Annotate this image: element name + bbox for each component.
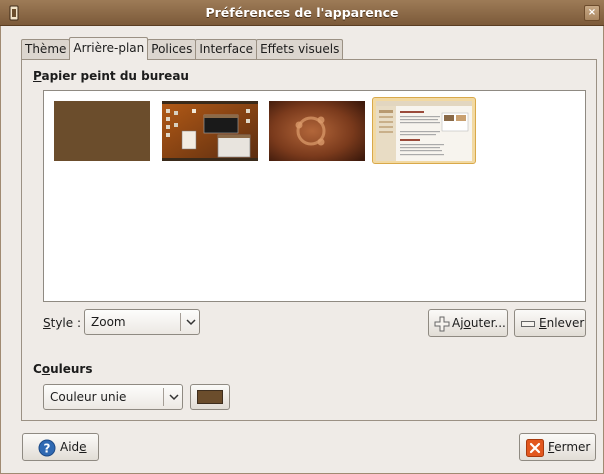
- close-icon: [526, 439, 544, 457]
- style-combo-value: Zoom: [91, 315, 126, 329]
- wallpaper-section-title: Papier peint du bureau: [33, 69, 189, 83]
- tab-interface[interactable]: Interface: [195, 39, 258, 60]
- help-button[interactable]: ? Aide: [22, 433, 99, 461]
- window-titlebar[interactable]: Préférences de l'apparence ×: [0, 0, 604, 26]
- tab-fonts[interactable]: Polices: [147, 39, 197, 60]
- minus-icon: [521, 321, 535, 327]
- tab-visual-effects[interactable]: Effets visuels: [256, 39, 344, 60]
- chevron-down-icon: [186, 319, 196, 326]
- tab-bar: Thème Arrière-plan Polices Interface Eff…: [21, 37, 344, 60]
- window-close-button[interactable]: ×: [584, 5, 600, 21]
- style-combo[interactable]: Zoom: [84, 309, 200, 335]
- remove-wallpaper-button[interactable]: Enlever: [514, 309, 586, 337]
- wallpaper-thumb-solid-brown[interactable]: [54, 101, 150, 161]
- color-fill-combo-value: Couleur unie: [50, 390, 127, 404]
- wallpaper-thumb-document[interactable]: [376, 101, 472, 161]
- chevron-down-icon: [169, 394, 179, 401]
- svg-text:?: ?: [44, 442, 51, 456]
- color-picker-button[interactable]: [190, 384, 230, 410]
- tab-theme[interactable]: Thème: [21, 39, 71, 60]
- style-label: Style :: [43, 316, 82, 330]
- color-swatch: [197, 390, 223, 404]
- wallpaper-list[interactable]: [43, 90, 586, 302]
- tab-background[interactable]: Arrière-plan: [69, 37, 149, 60]
- colors-section-title: Couleurs: [33, 362, 93, 376]
- window-title: Préférences de l'apparence: [205, 5, 399, 20]
- help-icon: ?: [38, 439, 56, 457]
- wallpaper-thumb-desktop[interactable]: [162, 101, 258, 161]
- plus-icon: [434, 316, 450, 332]
- color-fill-combo[interactable]: Couleur unie: [43, 384, 183, 410]
- close-button[interactable]: Fermer: [519, 433, 596, 461]
- add-wallpaper-button[interactable]: Ajouter...: [428, 309, 508, 337]
- wallpaper-thumb-ubuntu-logo[interactable]: [269, 101, 365, 161]
